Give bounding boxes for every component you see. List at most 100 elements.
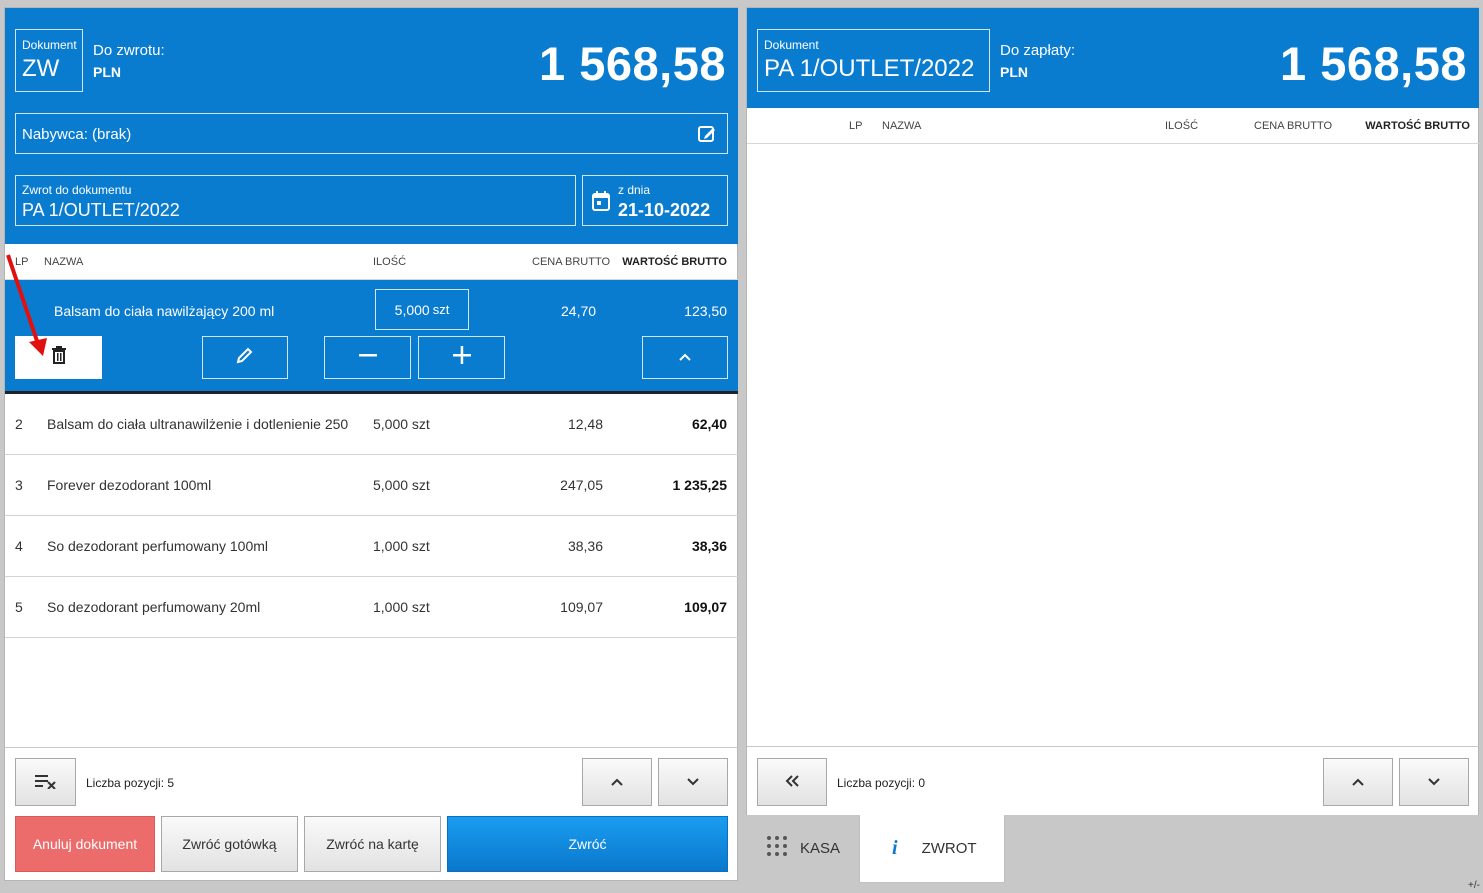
selected-row[interactable]: Balsam do ciała nawilżający 200 ml 5,000… <box>5 280 738 391</box>
quantity-value: 5,000 <box>394 301 430 318</box>
edit-icon[interactable] <box>697 124 717 149</box>
return-document-field[interactable]: Zwrot do dokumentu PA 1/OUTLET/2022 <box>15 175 576 226</box>
payment-title: Do zapłaty: <box>1000 42 1076 59</box>
item-count: Liczba pozycji: 5 <box>86 776 175 790</box>
source-document-box[interactable]: Dokument PA 1/OUTLET/2022 <box>757 29 990 92</box>
date-field[interactable]: z dnia 21-10-2022 <box>582 175 728 226</box>
return-cash-button[interactable]: Zwróć gotówką <box>161 816 298 872</box>
buyer-label: Nabywca: (brak) <box>22 126 132 143</box>
minus-icon <box>358 345 378 370</box>
return-header: Dokument ZW Do zwrotu: PLN 1 568,58 Naby… <box>5 8 738 244</box>
row-value: 62,40 <box>691 416 727 432</box>
tab-kasa-label: KASA <box>800 839 841 857</box>
tab-kasa[interactable]: KASA <box>766 831 840 865</box>
chevron-up-icon <box>678 349 692 367</box>
selected-item-value: 123,50 <box>684 303 727 319</box>
table-row[interactable]: 3 Forever dezodorant 100ml 5,000 szt 247… <box>5 455 738 516</box>
row-lp: 4 <box>15 538 23 554</box>
row-lp: 3 <box>15 477 23 493</box>
payment-amount: 1 568,58 <box>1280 37 1467 90</box>
row-name: So dezodorant perfumowany 20ml <box>47 599 261 615</box>
chevron-up-icon <box>610 774 624 790</box>
scroll-down-button[interactable] <box>658 758 728 806</box>
scroll-up-button[interactable] <box>1323 758 1393 806</box>
calendar-icon <box>592 191 610 216</box>
row-qty: 1,000 szt <box>373 599 430 615</box>
scroll-down-button[interactable] <box>1399 758 1469 806</box>
table-row[interactable]: 5 So dezodorant perfumowany 20ml 1,000 s… <box>5 577 738 638</box>
bottom-tabbar: KASA i ZWROT +/- <box>746 815 1483 893</box>
red-arrow-annotation <box>6 254 47 356</box>
return-title: Do zwrotu: <box>93 42 165 59</box>
col-name: NAZWA <box>882 120 922 132</box>
toggle-sign-label: +/- <box>1468 880 1480 891</box>
return-card-button[interactable]: Zwróć na kartę <box>304 816 441 872</box>
decrease-quantity-button[interactable] <box>324 336 411 379</box>
table-header: LP NAZWA ILOŚĆ CENA BRUTTO WARTOŚĆ BRUTT… <box>5 256 738 276</box>
chevron-down-icon <box>686 774 700 790</box>
return-document-value: PA 1/OUTLET/2022 <box>22 200 180 220</box>
clear-list-button[interactable] <box>15 758 76 806</box>
row-price: 38,36 <box>567 538 603 554</box>
scroll-up-button[interactable] <box>582 758 652 806</box>
row-value: 1 235,25 <box>672 477 728 493</box>
keypad-icon <box>766 835 788 861</box>
row-qty: 1,000 szt <box>373 538 430 554</box>
item-count: Liczba pozycji: 0 <box>837 776 926 790</box>
source-header: Dokument PA 1/OUTLET/2022 Do zapłaty: PL… <box>747 8 1479 108</box>
return-amount: 1 568,58 <box>539 37 726 90</box>
source-document-number: PA 1/OUTLET/2022 <box>764 55 975 82</box>
col-value: WARTOŚĆ BRUTTO <box>1365 120 1470 132</box>
currency: PLN <box>93 64 121 80</box>
col-value: WARTOŚĆ BRUTTO <box>622 256 727 268</box>
selected-item-name: Balsam do ciała nawilżający 200 ml <box>54 303 275 319</box>
row-name: So dezodorant perfumowany 100ml <box>47 538 269 554</box>
buyer-field[interactable]: Nabywca: (brak) <box>15 113 728 154</box>
row-qty: 5,000 szt <box>373 416 430 432</box>
return-button[interactable]: Zwróć <box>447 816 728 872</box>
document-type-box[interactable]: Dokument ZW <box>15 29 83 92</box>
row-price: 109,07 <box>560 599 603 615</box>
row-value: 38,36 <box>691 538 727 554</box>
row-lp: 2 <box>15 416 23 432</box>
document-caption: Dokument <box>764 38 819 52</box>
row-lp: 5 <box>15 599 23 615</box>
quantity-unit: szt <box>432 302 450 317</box>
increase-quantity-button[interactable] <box>418 336 505 379</box>
tab-zwrot[interactable]: i ZWROT <box>859 815 1005 883</box>
clear-list-icon <box>34 773 57 792</box>
cancel-document-button[interactable]: Anuluj dokument <box>15 816 155 872</box>
table-header: LP NAZWA ILOŚĆ CENA BRUTTO WARTOŚĆ BRUTT… <box>747 120 1479 140</box>
row-value: 109,07 <box>684 599 727 615</box>
document-type: ZW <box>22 55 60 82</box>
date-value: 21-10-2022 <box>618 200 711 220</box>
row-name: Balsam do ciała ultranawilżenie i dotlen… <box>47 416 349 432</box>
tab-zwrot-label: ZWROT <box>921 840 977 857</box>
plus-icon <box>452 345 472 370</box>
selected-item-price: 24,70 <box>561 303 597 319</box>
col-qty: ILOŚĆ <box>373 256 407 268</box>
currency: PLN <box>1000 64 1028 80</box>
back-button[interactable] <box>757 758 827 806</box>
table-row[interactable]: 2 Balsam do ciała ultranawilżenie i dotl… <box>5 394 738 455</box>
quantity-input[interactable]: 5,000 szt <box>375 289 469 330</box>
col-lp: LP <box>849 120 863 132</box>
row-qty: 5,000 szt <box>373 477 430 493</box>
chevron-down-icon <box>1427 774 1441 790</box>
document-caption: Dokument <box>22 38 77 52</box>
row-price: 247,05 <box>560 477 603 493</box>
row-price: 12,48 <box>567 416 603 432</box>
col-qty: ILOŚĆ <box>1165 120 1199 132</box>
date-caption: z dnia <box>618 183 651 197</box>
row-name: Forever dezodorant 100ml <box>47 477 212 493</box>
info-icon: i <box>892 837 898 859</box>
pencil-icon <box>236 346 254 369</box>
col-price: CENA BRUTTO <box>532 256 611 268</box>
edit-item-button[interactable] <box>202 336 288 379</box>
col-price: CENA BRUTTO <box>1254 120 1333 132</box>
collapse-row-button[interactable] <box>642 336 728 379</box>
return-document-caption: Zwrot do dokumentu <box>22 183 132 197</box>
chevron-up-icon <box>1351 774 1365 790</box>
table-row[interactable]: 4 So dezodorant perfumowany 100ml 1,000 … <box>5 516 738 577</box>
double-chevron-left-icon <box>784 774 800 791</box>
